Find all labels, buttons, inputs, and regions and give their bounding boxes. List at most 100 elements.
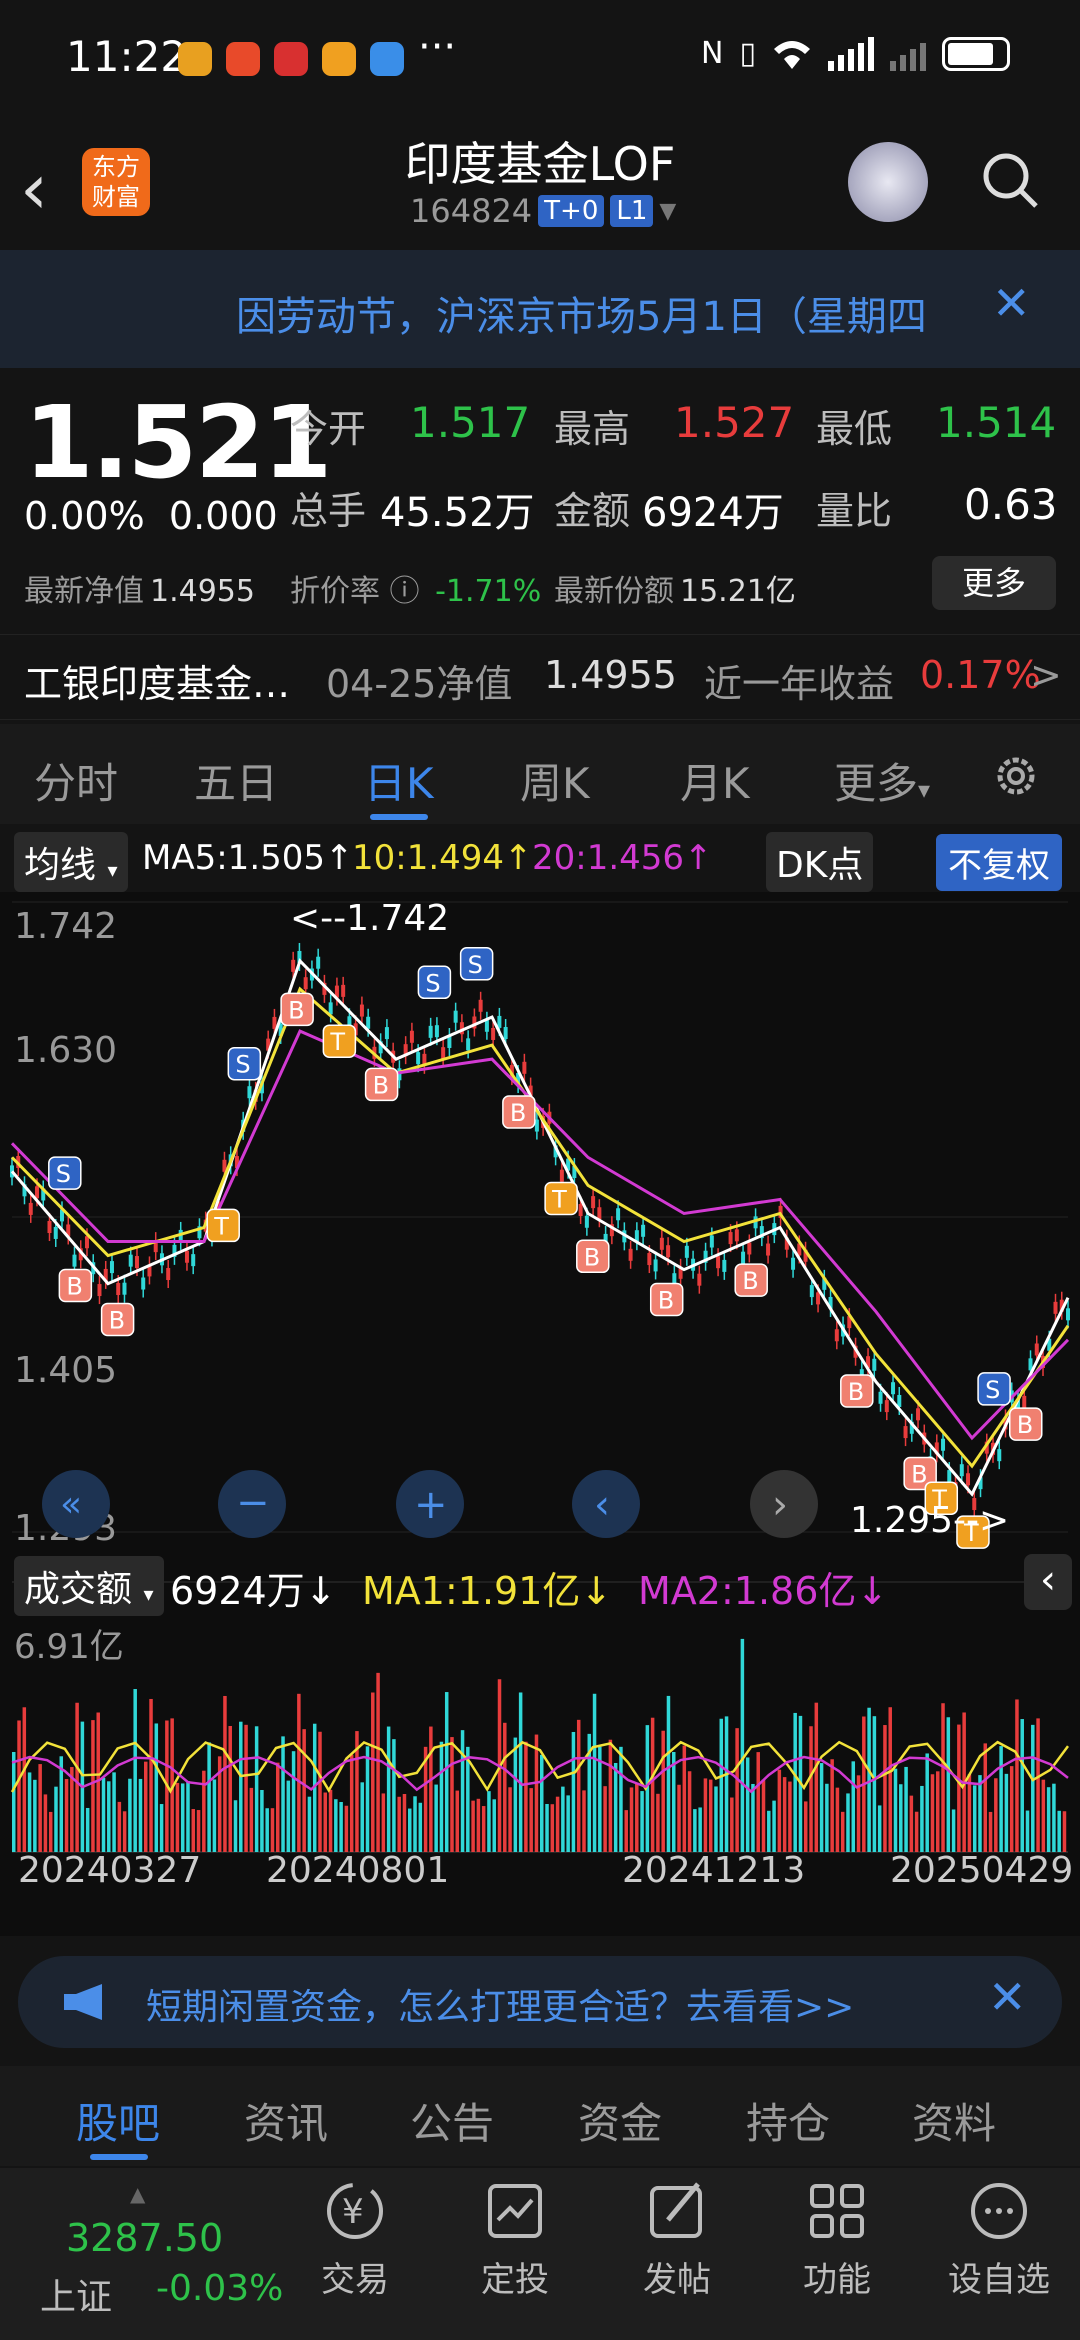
promo-text: 短期闲置资金，怎么打理更合适？去看看>> — [146, 1987, 855, 2028]
more-button[interactable]: 更多 — [932, 556, 1056, 610]
volume-bar — [740, 1638, 745, 1852]
volume-bar — [978, 1775, 982, 1852]
collapse-panel-icon[interactable]: ‹ — [1024, 1554, 1072, 1610]
volume-bar — [819, 1763, 824, 1852]
tab-news[interactable]: 资讯 — [244, 2090, 328, 2151]
candle — [166, 1268, 171, 1281]
date-label-4: 20250429 — [890, 1850, 1073, 1891]
ma-select[interactable]: 均线 ▾ — [14, 832, 128, 892]
candle — [1034, 1343, 1039, 1356]
volume-bar — [714, 1786, 718, 1852]
content-tabs: 股吧 资讯 公告 资金 持仓 资料 — [0, 2066, 1080, 2166]
kline-chart[interactable]: SSSSSBBBBBBBBBBBTTTTT 1.742 1.630 1.405 … — [0, 892, 1080, 1936]
volume-bar — [444, 1692, 449, 1852]
active-subtab-indicator — [90, 2154, 148, 2160]
candle — [766, 1243, 771, 1256]
candle — [597, 1207, 602, 1220]
candle — [741, 1251, 746, 1264]
tab-more[interactable]: 更多▾ — [834, 750, 930, 811]
volume-bar — [392, 1739, 396, 1852]
nav-trade[interactable]: ¥ 交易 — [290, 2176, 420, 2301]
candle — [816, 1292, 821, 1305]
volume-bar — [719, 1718, 724, 1852]
nav-functions-label: 功能 — [803, 2260, 871, 2300]
megaphone-icon — [64, 1984, 102, 2020]
date-label-1: 20240327 — [18, 1850, 201, 1891]
nav-invest-plan[interactable]: 定投 — [450, 2176, 580, 2301]
volume-bar — [761, 1779, 766, 1852]
volume-bar — [513, 1737, 518, 1852]
tab-intraday[interactable]: 分时 — [34, 750, 118, 811]
nav-add-watchlist[interactable]: 设自选 — [934, 2176, 1064, 2301]
robot-assistant-icon[interactable] — [848, 142, 928, 222]
tab-capital[interactable]: 资金 — [578, 2090, 662, 2151]
linked-fund-row[interactable]: 工银印度基金… 04-25净值 1.4955 近一年收益 0.17% > — [0, 634, 1080, 720]
gear-icon[interactable] — [990, 750, 1042, 802]
volume-bar — [381, 1793, 386, 1852]
volume-bar — [920, 1785, 924, 1852]
fund-code-row[interactable]: 164824 T+0 L1 ▼ — [410, 192, 676, 230]
tab-monthly-k[interactable]: 月K — [680, 750, 750, 811]
svg-text:S: S — [425, 969, 440, 997]
trade-marker-B: B — [502, 1095, 536, 1129]
adjust-toggle[interactable]: 不复权 — [936, 834, 1062, 891]
tab-holdings[interactable]: 持仓 — [746, 2090, 830, 2151]
holiday-notice[interactable]: 因劳动节，沪深京市场5月1日（星期四 ✕ — [0, 250, 1080, 368]
volume-bar — [186, 1781, 190, 1852]
tab-forum[interactable]: 股吧 — [76, 2090, 160, 2151]
tab-five-day[interactable]: 五日 — [194, 750, 278, 811]
volume-bar — [1041, 1779, 1046, 1852]
index-ticker[interactable]: ▲ 3287.50 上证 -0.03% — [20, 2182, 290, 2332]
volume-bar — [851, 1761, 856, 1852]
trade-marker-T: T — [544, 1181, 578, 1216]
close-icon[interactable]: ✕ — [992, 276, 1031, 330]
candle — [891, 1382, 896, 1395]
search-icon[interactable] — [980, 150, 1040, 210]
tab-daily-k[interactable]: 日K — [364, 750, 434, 811]
trade-marker-T: T — [206, 1208, 240, 1243]
volume-bar — [323, 1792, 328, 1852]
volume-bar — [297, 1693, 301, 1852]
promo-banner[interactable]: 短期闲置资金，怎么打理更合适？去看看>> ✕ — [18, 1956, 1062, 2048]
volume-bar — [677, 1784, 681, 1852]
volume-bar — [471, 1800, 475, 1852]
volume-bar — [693, 1809, 697, 1852]
volume-bar — [233, 1800, 238, 1852]
volume-bar — [772, 1800, 776, 1852]
l1-badge: L1 — [610, 195, 654, 227]
volume-select[interactable]: 成交额 ▾ — [14, 1556, 164, 1616]
dk-point-select[interactable]: DK点 — [766, 832, 874, 892]
nav-functions[interactable]: 功能 — [772, 2176, 902, 2301]
ma-line-10 — [10, 986, 1070, 1469]
volume-bar — [429, 1726, 433, 1852]
svg-text:B: B — [848, 1378, 864, 1406]
nav-post[interactable]: 发帖 — [612, 2176, 742, 2301]
price-change: 0.00% 0.000 — [24, 494, 278, 538]
tab-profile[interactable]: 资料 — [912, 2090, 996, 2151]
candle — [316, 956, 321, 969]
tab-weekly-k[interactable]: 周K — [520, 750, 590, 811]
tab-announcement[interactable]: 公告 — [410, 2090, 494, 2151]
volume-bar — [603, 1786, 607, 1852]
volume-bar — [460, 1730, 465, 1852]
candle — [709, 1235, 714, 1248]
nfc-icon: N — [701, 36, 724, 71]
fund-code: 164824 — [410, 192, 533, 230]
discount-field: 折价率 ⓘ -1.71% — [290, 574, 542, 609]
status-bar: 11:22 ··· N ▯ — [0, 0, 1080, 120]
volume-bar — [207, 1742, 211, 1852]
volume-ma2: MA2:1.86亿↓ — [638, 1569, 889, 1613]
high-label: 最高 — [554, 407, 631, 451]
candle — [122, 1282, 127, 1295]
volume-bar — [397, 1796, 401, 1852]
candle — [716, 1256, 721, 1269]
more-circle-icon — [971, 2183, 1027, 2239]
low-mark-label: 1.295--> — [850, 1500, 1009, 1541]
ma-indicator-bar: 均线 ▾ MA5:1.505↑ 10:1.494↑ 20:1.456↑ DK点 … — [0, 826, 1080, 892]
volume-bar — [302, 1729, 306, 1852]
chevron-down-icon: ▼ — [659, 198, 677, 224]
trade-marker-S: S — [227, 1046, 262, 1081]
volume-bar — [239, 1721, 243, 1852]
candle — [834, 1329, 839, 1342]
close-icon[interactable]: ✕ — [988, 1970, 1027, 2024]
